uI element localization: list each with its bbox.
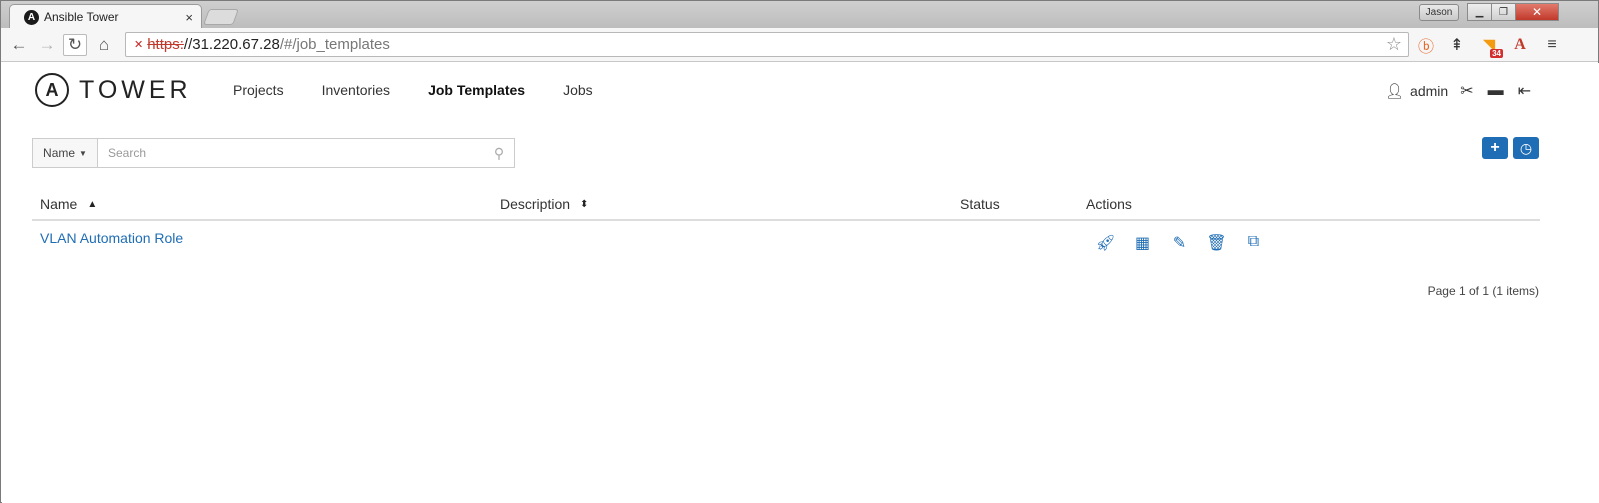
user-nav: 👤︎ admin ✂ ▬ ⇤ [1385, 81, 1545, 101]
search-field-label: Name [43, 146, 76, 160]
insecure-lock-icon: ✕ [134, 39, 144, 51]
plus-icon: + [1490, 139, 1500, 156]
copy-icon[interactable]: ⧉ [1235, 233, 1272, 253]
column-header-name-label: Name [40, 196, 78, 212]
search-input[interactable] [98, 140, 484, 166]
tower-logo[interactable]: A TOWER [35, 73, 192, 107]
search-field-dropdown[interactable]: Name ▼ [33, 139, 98, 167]
chrome-menu-icon[interactable]: ≡ [1541, 34, 1563, 56]
home-icon[interactable]: ⌂ [92, 34, 116, 56]
extension-b-icon[interactable]: ⓑ [1415, 34, 1437, 56]
logout-icon[interactable]: ⇤ [1518, 81, 1531, 101]
ansible-logo-icon: A [35, 73, 69, 107]
job-template-name-link[interactable]: VLAN Automation Role [40, 230, 183, 246]
launch-rocket-icon[interactable]: 🚀︎ [1087, 233, 1124, 253]
column-header-status-label: Status [960, 196, 1000, 212]
table-row: VLAN Automation Role 🚀︎ ▦ ✎ 🗑︎ ⧉ [32, 221, 1540, 265]
row-actions: 🚀︎ ▦ ✎ 🗑︎ ⧉ [1087, 233, 1272, 253]
back-arrow-icon[interactable]: ← [7, 34, 31, 56]
maximize-icon[interactable]: ❐ [1491, 3, 1516, 21]
search-widget: Name ▼ ⚲ [32, 138, 515, 168]
column-header-description-label: Description [500, 196, 571, 212]
main-nav: Projects Inventories Job Templates Jobs [233, 82, 631, 98]
nav-jobs[interactable]: Jobs [563, 82, 593, 98]
setup-tools-icon[interactable]: ✂ [1460, 81, 1473, 101]
nav-projects[interactable]: Projects [233, 82, 284, 98]
tab-close-icon[interactable]: × [185, 10, 193, 25]
profile-button[interactable]: Jason [1419, 4, 1459, 21]
address-bar[interactable]: ✕ https: //31.220.67.28 /#/job_templates… [125, 32, 1409, 57]
browser-window: A Ansible Tower × Jason ▁ ❐ ✕ ← → ↻ ⌂ ✕ … [0, 0, 1599, 503]
caret-down-icon: ▼ [79, 148, 87, 158]
column-header-actions-label: Actions [1086, 196, 1132, 212]
window-close-icon[interactable]: ✕ [1515, 3, 1559, 21]
user-name[interactable]: admin [1410, 83, 1448, 99]
edit-pencil-icon[interactable]: ✎ [1161, 233, 1198, 253]
tab-title: Ansible Tower [44, 10, 119, 24]
window-controls: ▁ ❐ ✕ [1467, 3, 1559, 21]
column-header-name[interactable]: Name ▲ [40, 196, 97, 212]
sort-icon: ⬍ [580, 198, 589, 210]
url-scheme: https: [147, 36, 184, 53]
column-header-description[interactable]: Description ⬍ [500, 196, 588, 212]
sort-ascending-icon: ▲ [87, 198, 98, 210]
search-icon[interactable]: ⚲ [484, 145, 514, 162]
logo-text: TOWER [79, 75, 192, 104]
extension-tree-icon[interactable]: ⇞ [1446, 34, 1468, 56]
tower-app: A TOWER Projects Inventories Job Templat… [2, 63, 1599, 503]
nav-job-templates[interactable]: Job Templates [428, 82, 525, 98]
browser-tab[interactable]: A Ansible Tower × [9, 4, 202, 29]
minimize-icon[interactable]: ▁ [1467, 3, 1492, 21]
bookmark-star-icon[interactable]: ☆ [1386, 34, 1402, 55]
browser-titlebar: A Ansible Tower × Jason ▁ ❐ ✕ [1, 1, 1598, 29]
monitor-icon[interactable]: ▬ [1488, 82, 1504, 100]
browser-toolbar: ← → ↻ ⌂ ✕ https: //31.220.67.28 /#/job_t… [1, 28, 1598, 62]
delete-trash-icon[interactable]: 🗑︎ [1198, 233, 1235, 253]
column-header-actions: Actions [1086, 196, 1132, 212]
pagination-info: Page 1 of 1 (1 items) [1427, 284, 1539, 298]
job-templates-table: Name ▲ Description ⬍ Status Actions VLAN… [32, 189, 1540, 265]
rss-badge: 34 [1490, 49, 1503, 58]
url-path: /#/job_templates [279, 36, 390, 53]
reload-icon[interactable]: ↻ [63, 34, 87, 56]
acrobat-icon[interactable]: A [1509, 34, 1531, 56]
column-header-status: Status [960, 196, 1000, 212]
schedule-calendar-icon[interactable]: ▦ [1124, 233, 1161, 253]
forward-arrow-icon[interactable]: → [35, 34, 59, 56]
add-job-template-button[interactable]: + [1482, 137, 1508, 159]
user-icon[interactable]: 👤︎ [1385, 82, 1404, 100]
table-header: Name ▲ Description ⬍ Status Actions [32, 189, 1540, 221]
rss-feed-icon[interactable]: ◥ 34 [1478, 34, 1503, 58]
activity-stream-button[interactable]: ◷ [1513, 137, 1539, 159]
new-tab-button[interactable] [203, 9, 239, 25]
nav-inventories[interactable]: Inventories [322, 82, 390, 98]
url-host: //31.220.67.28 [183, 36, 280, 53]
clock-icon: ◷ [1519, 139, 1533, 156]
ansible-favicon-icon: A [24, 9, 39, 25]
